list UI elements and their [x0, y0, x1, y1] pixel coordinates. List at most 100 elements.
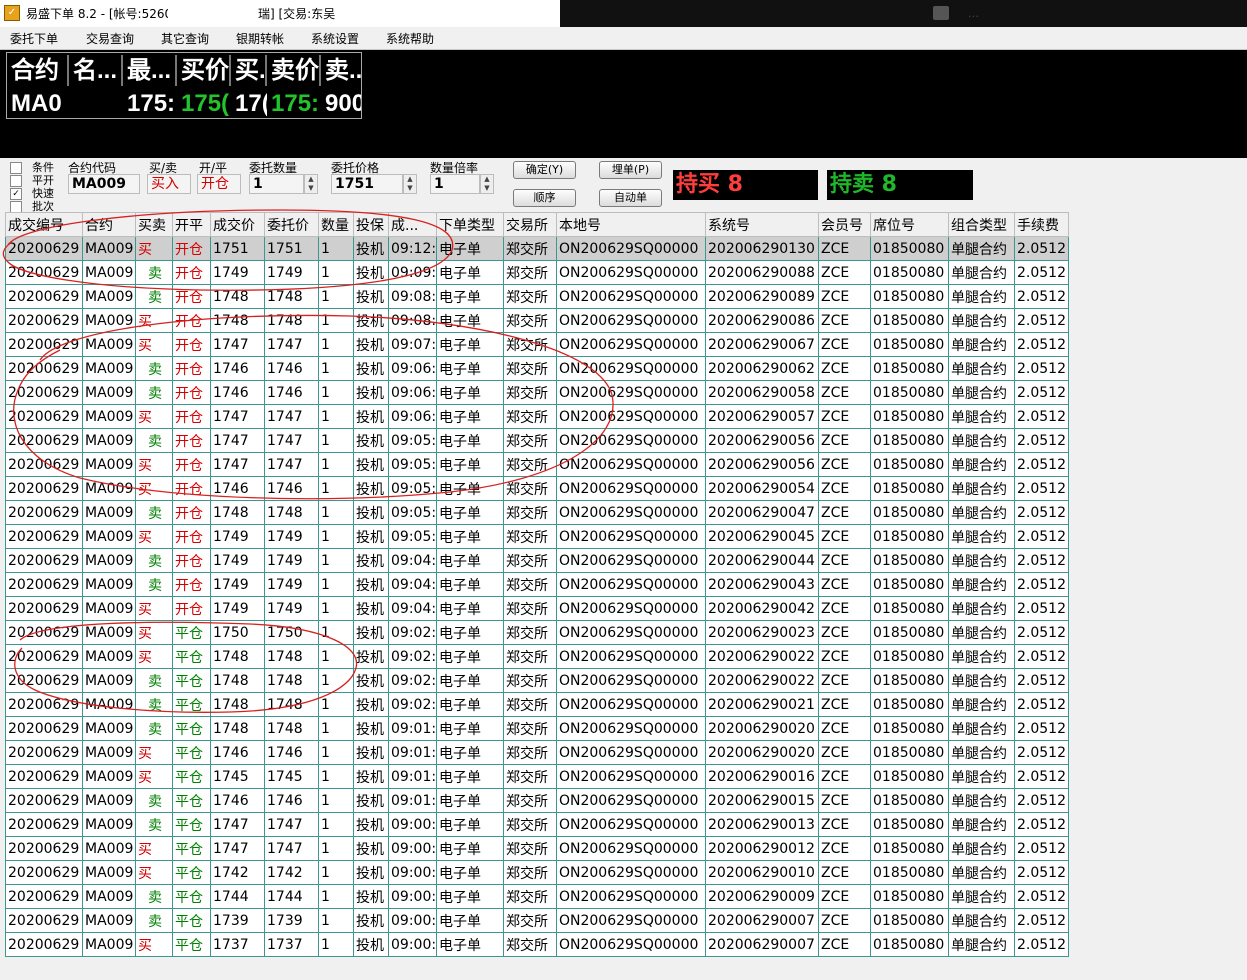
table-row[interactable]: 20200629 MA009 买开仓 1749 1749 1 投机 09:05: 电子单 郑交所 O…	[5, 524, 1069, 549]
table-row[interactable]: 20200629 MA009 卖平仓 1746 1746 1 投机 09:01: 电子单 郑交所 O…	[5, 788, 1069, 813]
column-header[interactable]: 合约	[82, 212, 136, 237]
menu-help[interactable]: 系统帮助	[386, 30, 434, 47]
checkbox-condition[interactable]: 条件	[10, 159, 54, 174]
table-cell: 开仓	[172, 356, 211, 381]
table-row[interactable]: 20200629 MA009 卖开仓 1746 1746 1 投机 09:06: 电子单 郑交所 O…	[5, 380, 1069, 405]
table-cell: 单腿合约	[948, 476, 1015, 501]
column-header[interactable]: 委托价	[264, 212, 319, 237]
table-row[interactable]: 20200629 MA009 卖开仓 1749 1749 1 投机 09:04: 电子单 郑交所 O…	[5, 548, 1069, 573]
checkbox-close-open[interactable]: 平开	[10, 172, 54, 187]
table-cell: 投机	[353, 428, 389, 453]
quote-bid[interactable]: 175(	[179, 89, 231, 119]
table-row[interactable]: 20200629 MA009 卖平仓 1748 1748 1 投机 09:02: 电子单 郑交所 O…	[5, 692, 1069, 717]
column-header[interactable]: 投保	[353, 212, 389, 237]
table-row[interactable]: 20200629 MA009 买平仓 1748 1748 1 投机 09:02: 电子单 郑交所 O…	[5, 644, 1069, 669]
column-header[interactable]: 买卖	[135, 212, 173, 237]
taskbar-app-label[interactable]: …	[968, 7, 979, 20]
checkbox-batch[interactable]: 批次	[10, 198, 54, 213]
table-cell: ON200629SQ00000	[556, 524, 706, 549]
menu-settings[interactable]: 系统设置	[311, 30, 359, 47]
table-cell: 郑交所	[503, 236, 557, 261]
table-cell: MA009	[82, 620, 136, 645]
quote-header-name[interactable]: 名...	[71, 55, 123, 86]
quote-header-ask-vol[interactable]: 卖...	[323, 55, 361, 86]
column-header[interactable]: 本地号	[556, 212, 706, 237]
table-row[interactable]: 20200629 MA009 卖开仓 1747 1747 1 投机 09:05: 电子单 郑交所 O…	[5, 428, 1069, 453]
column-header[interactable]: 数量	[318, 212, 354, 237]
table-cell: ZCE	[818, 692, 871, 717]
table-row[interactable]: 20200629 MA009 卖开仓 1749 1749 1 投机 09:09: 电子单 郑交所 O…	[5, 260, 1069, 285]
quote-header-last[interactable]: 最...	[125, 55, 177, 86]
side-select[interactable]: 买入	[147, 174, 191, 194]
menu-bank-transfer[interactable]: 银期转帐	[236, 30, 284, 47]
open-close-select[interactable]: 开仓	[197, 174, 241, 194]
table-row[interactable]: 20200629 MA009 卖开仓 1748 1748 1 投机 09:05: 电子单 郑交所 O…	[5, 500, 1069, 525]
table-row[interactable]: 20200629 MA009 卖平仓 1747 1747 1 投机 09:00: 电子单 郑交所 O…	[5, 812, 1069, 837]
column-header[interactable]: 手续费	[1014, 212, 1069, 237]
column-header[interactable]: 会员号	[818, 212, 871, 237]
column-header[interactable]: 交易所	[503, 212, 557, 237]
table-cell: 投机	[353, 284, 389, 309]
park-order-button[interactable]: 埋单(P)	[599, 161, 662, 179]
column-header[interactable]: 成交价	[210, 212, 265, 237]
table-row[interactable]: 20200629 MA009 买平仓 1747 1747 1 投机 09:00: 电子单 郑交所 O…	[5, 836, 1069, 861]
column-header[interactable]: 系统号	[705, 212, 819, 237]
table-row[interactable]: 20200629 MA009 买开仓 1749 1749 1 投机 09:04: 电子单 郑交所 O…	[5, 596, 1069, 621]
table-cell: 1	[318, 452, 354, 477]
multiplier-stepper[interactable]: ▲ ▼	[480, 174, 494, 194]
table-row[interactable]: 20200629 MA009 买平仓 1746 1746 1 投机 09:01: 电子单 郑交所 O…	[5, 740, 1069, 765]
table-row[interactable]: 20200629 MA009 卖平仓 1748 1748 1 投机 09:01: 电子单 郑交所 O…	[5, 716, 1069, 741]
window-title: 易盛下单 8.2 - [帐号:5260	[26, 7, 173, 21]
table-row[interactable]: 20200629 MA009 卖平仓 1744 1744 1 投机 09:00: 电子单 郑交所 O…	[5, 884, 1069, 909]
table-row[interactable]: 20200629 MA009 卖开仓 1748 1748 1 投机 09:08: 电子单 郑交所 O…	[5, 284, 1069, 309]
menu-order[interactable]: 委托下单	[10, 30, 58, 47]
table-cell: 卖	[135, 788, 173, 813]
table-row[interactable]: 20200629 MA009 卖开仓 1746 1746 1 投机 09:06: 电子单 郑交所 O…	[5, 356, 1069, 381]
column-header[interactable]: 席位号	[870, 212, 949, 237]
table-row[interactable]: 20200629 MA009 卖平仓 1739 1739 1 投机 09:00: 电子单 郑交所 O…	[5, 908, 1069, 933]
quote-header-bid[interactable]: 买价	[179, 55, 231, 86]
table-row[interactable]: 20200629 MA009 卖开仓 1749 1749 1 投机 09:04: 电子单 郑交所 O…	[5, 572, 1069, 597]
contract-input[interactable]: MA009	[68, 174, 140, 194]
table-cell: 2.0512	[1014, 740, 1069, 765]
column-header[interactable]: 组合类型	[948, 212, 1015, 237]
table-row[interactable]: 20200629 MA009 买平仓 1750 1750 1 投机 09:02: 电子单 郑交所 O…	[5, 620, 1069, 645]
table-cell: 单腿合约	[948, 236, 1015, 261]
table-row[interactable]: 20200629 MA009 买平仓 1742 1742 1 投机 09:00: 电子单 郑交所 O…	[5, 860, 1069, 885]
quote-header-bid-vol[interactable]: 买..	[233, 55, 267, 86]
price-stepper[interactable]: ▲ ▼	[403, 174, 417, 194]
menu-trade-query[interactable]: 交易查询	[86, 30, 134, 47]
column-header[interactable]: 下单类型	[436, 212, 504, 237]
table-cell: 电子单	[436, 596, 504, 621]
table-cell: ON200629SQ00000	[556, 596, 706, 621]
sequence-button[interactable]: 顺序	[513, 189, 576, 207]
table-row[interactable]: 20200629 MA009 买开仓 1748 1748 1 投机 09:08: 电子单 郑交所 O…	[5, 308, 1069, 333]
menu-other-query[interactable]: 其它查询	[161, 30, 209, 47]
table-cell: 09:07:	[388, 332, 437, 357]
table-row[interactable]: 20200629 MA009 买开仓 1747 1747 1 投机 09:06: 电子单 郑交所 O…	[5, 404, 1069, 429]
confirm-button[interactable]: 确定(Y)	[513, 161, 576, 179]
table-cell: 买	[135, 932, 173, 957]
table-row[interactable]: 20200629 MA009 买开仓 1746 1746 1 投机 09:05: 电子单 郑交所 O…	[5, 476, 1069, 501]
table-row[interactable]: 20200629 MA009 买平仓 1745 1745 1 投机 09:01: 电子单 郑交所 O…	[5, 764, 1069, 789]
quantity-input[interactable]: 1	[249, 174, 304, 194]
table-row[interactable]: 20200629 MA009 买平仓 1737 1737 1 投机 09:00: 电子单 郑交所 O…	[5, 932, 1069, 957]
column-header[interactable]: 成...	[388, 212, 437, 237]
table-row[interactable]: 20200629 MA009 买开仓 1747 1747 1 投机 09:07: 电子单 郑交所 O…	[5, 332, 1069, 357]
table-row[interactable]: 20200629 MA009 买开仓 1747 1747 1 投机 09:05: 电子单 郑交所 O…	[5, 452, 1069, 477]
table-row[interactable]: 20200629 MA009 卖平仓 1748 1748 1 投机 09:02: 电子单 郑交所 O…	[5, 668, 1069, 693]
checkbox-fast[interactable]: ✓ 快速	[10, 185, 54, 200]
quote-ask[interactable]: 175:	[269, 89, 321, 119]
quote-header-ask[interactable]: 卖价	[269, 55, 321, 86]
quote-header-contract[interactable]: 合约	[9, 55, 69, 86]
multiplier-input[interactable]: 1	[430, 174, 480, 194]
column-header[interactable]: 开平	[172, 212, 211, 237]
taskbar-app-icon[interactable]	[933, 6, 949, 20]
column-header[interactable]: 成交编号	[5, 212, 83, 237]
price-input[interactable]: 1751	[331, 174, 403, 194]
table-cell: 电子单	[436, 812, 504, 837]
auto-order-button[interactable]: 自动单	[599, 189, 662, 207]
table-row[interactable]: 20200629 MA009 买开仓 1751 1751 1 投机 09:12: 电子单 郑交所 O…	[5, 236, 1069, 261]
quote-board[interactable]: 合约 名... 最... 买价 买.. 卖价 卖... MA0 175: 175…	[6, 52, 362, 119]
quantity-stepper[interactable]: ▲ ▼	[304, 174, 318, 194]
